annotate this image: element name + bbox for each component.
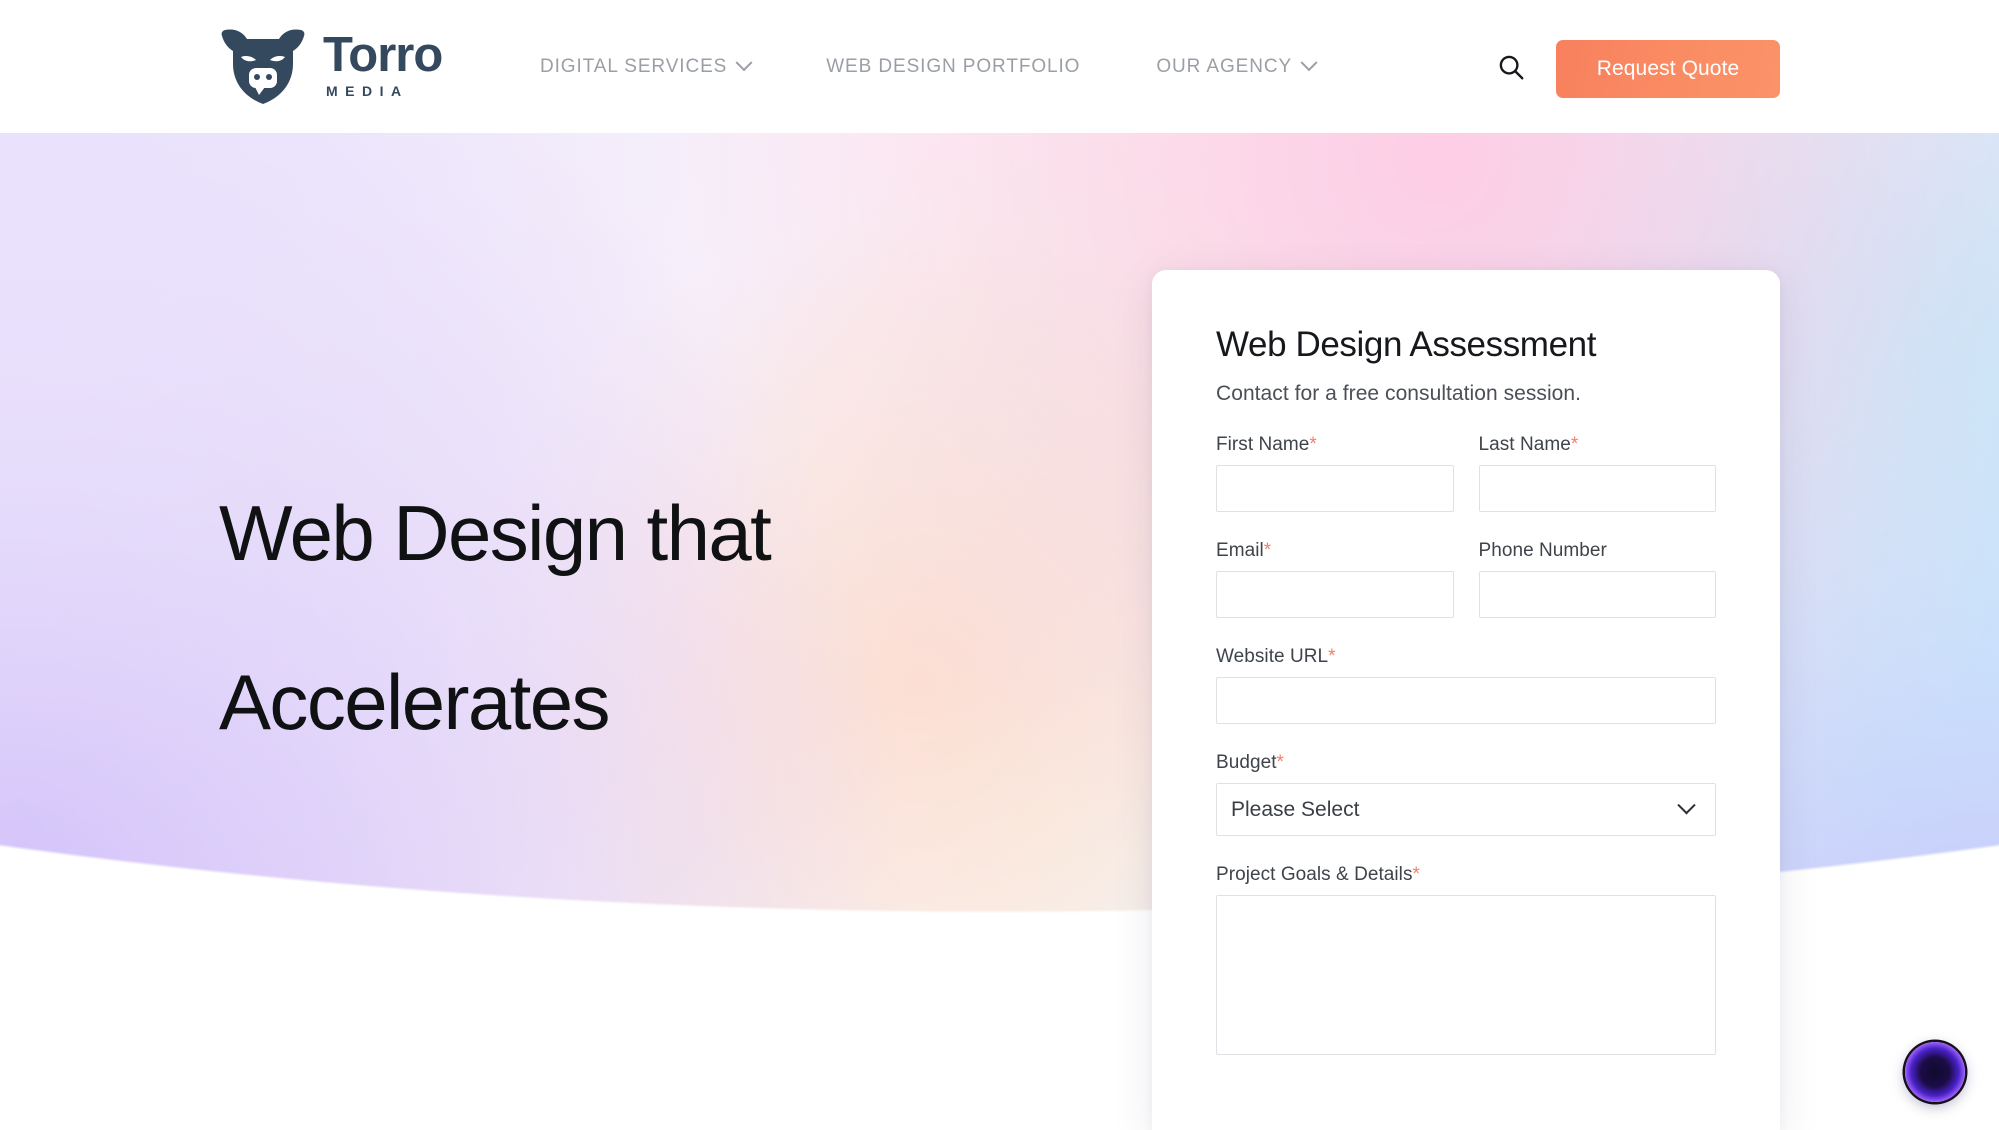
- bull-head-icon: [221, 29, 305, 104]
- last-name-label: Last Name*: [1479, 434, 1717, 456]
- logo-subtitle: MEDIA: [326, 82, 409, 99]
- web-design-assessment-form: Web Design Assessment Contact for a free…: [1152, 270, 1780, 1130]
- field-email: Email*: [1216, 540, 1454, 618]
- nav-item-web-design-portfolio[interactable]: WEB DESIGN PORTFOLIO: [788, 56, 1118, 78]
- project-goals-label: Project Goals & Details*: [1216, 864, 1716, 886]
- chevron-down-icon: [1300, 53, 1318, 71]
- field-budget: Budget* Please Select: [1216, 752, 1716, 836]
- first-name-input[interactable]: [1216, 465, 1454, 512]
- field-first-name: First Name*: [1216, 434, 1454, 512]
- phone-number-input[interactable]: [1478, 571, 1716, 618]
- budget-select[interactable]: Please Select: [1216, 783, 1716, 836]
- form-row-website: Website URL*: [1216, 646, 1716, 724]
- page-root: Torro MEDIA DIGITAL SERVICES WEB DESIGN …: [0, 0, 1999, 1130]
- required-asterisk: *: [1276, 752, 1284, 773]
- hero-title-line-2: Accelerates: [219, 657, 611, 746]
- label-text: First Name: [1216, 434, 1310, 455]
- logo-wordmark: Torro MEDIA: [323, 28, 443, 99]
- website-url-input[interactable]: [1216, 677, 1716, 724]
- nav-label: DIGITAL SERVICES: [540, 55, 728, 77]
- chevron-down-icon: [735, 53, 753, 71]
- field-phone-number: Phone Number: [1478, 540, 1716, 618]
- hero-copy: Web Design that Accelerates Your Busines…: [219, 323, 1099, 963]
- first-name-label: First Name*: [1216, 434, 1454, 456]
- budget-label: Budget*: [1216, 752, 1716, 774]
- chevron-down-icon: [1677, 796, 1696, 815]
- required-asterisk: *: [1263, 540, 1272, 561]
- required-asterisk: *: [1328, 646, 1336, 667]
- site-header: Torro MEDIA DIGITAL SERVICES WEB DESIGN …: [0, 0, 1999, 133]
- last-name-input[interactable]: [1478, 465, 1716, 512]
- email-input[interactable]: [1216, 571, 1454, 618]
- label-text: Last Name: [1478, 434, 1571, 455]
- label-text: Website URL: [1216, 646, 1329, 667]
- field-last-name: Last Name*: [1478, 434, 1717, 512]
- form-row-contact: Email* Phone Number: [1216, 540, 1716, 618]
- form-row-name: First Name* Last Name*: [1216, 434, 1716, 512]
- logo-name: Torro: [323, 28, 443, 83]
- form-row-budget: Budget* Please Select: [1216, 752, 1716, 836]
- form-row-project-goals: Project Goals & Details*: [1216, 864, 1716, 1060]
- field-project-goals: Project Goals & Details*: [1216, 864, 1716, 1060]
- form-title: Web Design Assessment: [1216, 325, 1597, 364]
- phone-number-label: Phone Number: [1478, 540, 1607, 561]
- project-goals-textarea[interactable]: [1216, 895, 1716, 1055]
- hero-title-line-3-wrap: Your Business: [219, 828, 694, 963]
- form-subtitle: Contact for a free consultation session.: [1216, 382, 1582, 405]
- nav-item-digital-services[interactable]: DIGITAL SERVICES: [540, 53, 788, 78]
- site-logo[interactable]: Torro MEDIA: [219, 26, 443, 104]
- required-asterisk: *: [1309, 434, 1317, 455]
- hero-title-line-1: Web Design that: [219, 489, 772, 578]
- required-asterisk: *: [1412, 864, 1420, 885]
- nav-label: OUR AGENCY: [1156, 55, 1293, 77]
- budget-selected-value: Please Select: [1231, 797, 1360, 821]
- request-quote-button[interactable]: Request Quote: [1556, 40, 1780, 98]
- required-asterisk: *: [1570, 434, 1579, 455]
- page-title: Web Design that Accelerates Your Busines…: [219, 323, 1099, 963]
- field-website-url: Website URL*: [1216, 646, 1716, 724]
- primary-nav: DIGITAL SERVICES WEB DESIGN PORTFOLIO OU…: [540, 0, 1353, 133]
- email-label: Email*: [1216, 540, 1454, 562]
- website-url-label: Website URL*: [1216, 646, 1716, 668]
- nav-label: WEB DESIGN PORTFOLIO: [826, 55, 1081, 77]
- label-text: Email: [1216, 540, 1264, 561]
- search-icon: [1499, 55, 1524, 80]
- nav-item-our-agency[interactable]: OUR AGENCY: [1118, 53, 1353, 78]
- label-text: Project Goals & Details: [1216, 864, 1413, 885]
- label-text: Budget: [1216, 752, 1277, 773]
- search-button[interactable]: [1490, 46, 1532, 88]
- chat-orb-icon[interactable]: [1905, 1042, 1965, 1102]
